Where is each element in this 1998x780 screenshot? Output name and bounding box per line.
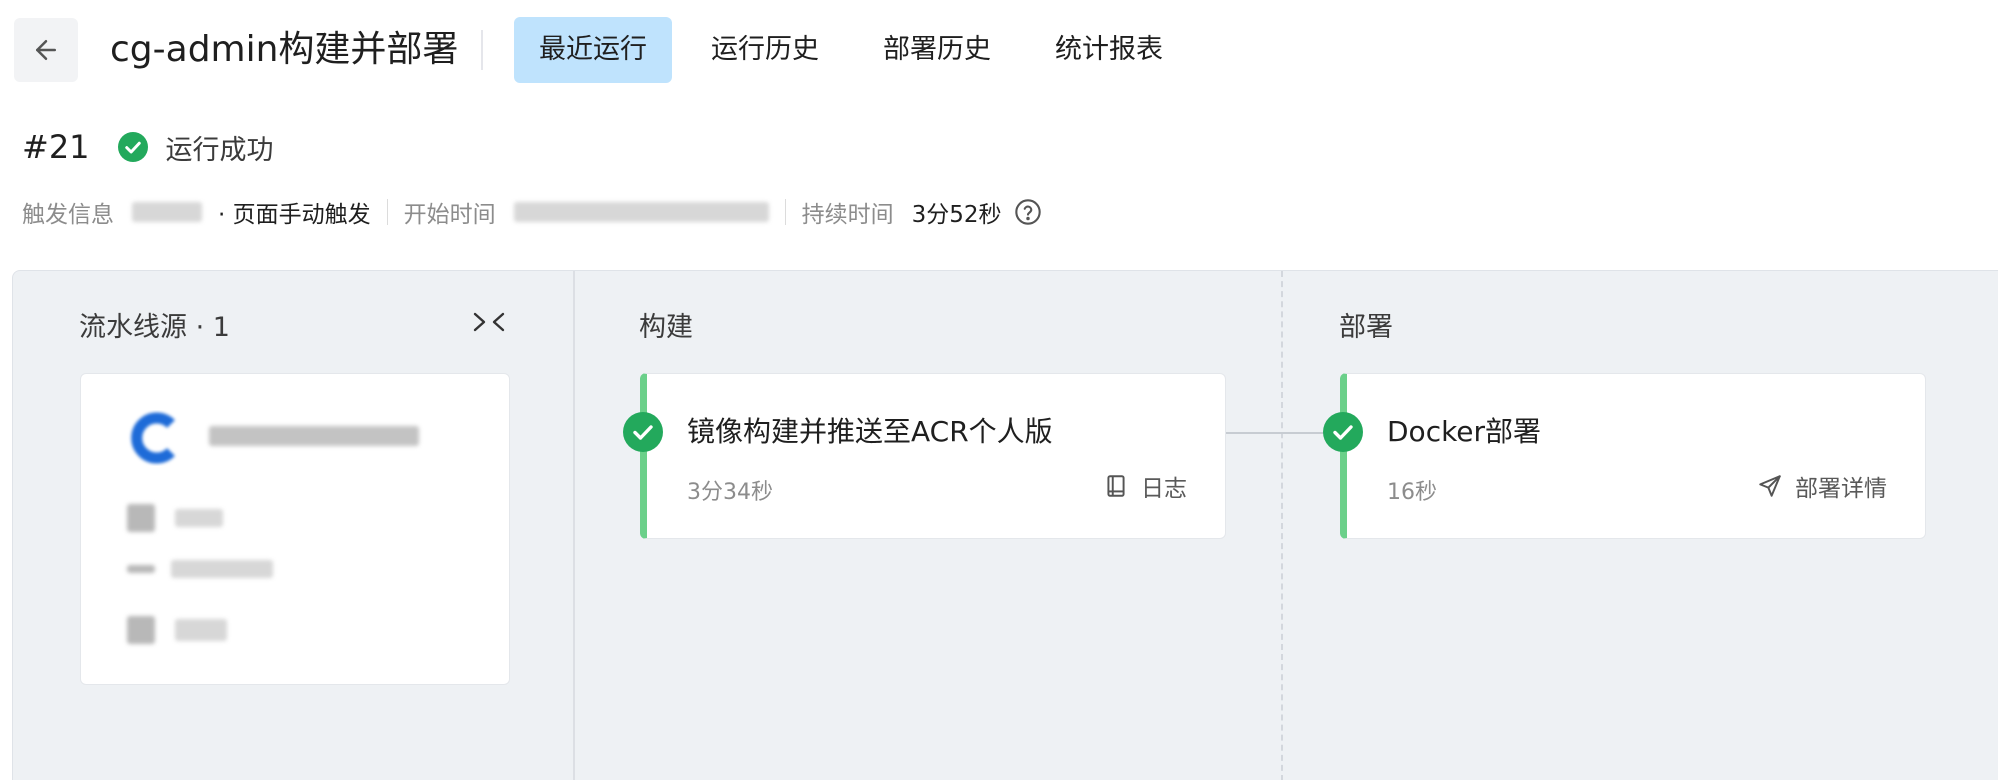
- branch-icon: [127, 504, 155, 532]
- stage-divider: [1281, 271, 1283, 780]
- build-job-card[interactable]: 镜像构建并推送至ACR个人版 3分34秒 日志: [623, 373, 1226, 539]
- view-log-button[interactable]: 日志: [1103, 470, 1187, 502]
- meta-divider: [386, 199, 388, 225]
- deploy-stage-title: 部署: [1339, 312, 1393, 343]
- deploy-job-card[interactable]: Docker部署 16秒 部署详情: [1323, 373, 1926, 539]
- run-status: 运行成功: [165, 134, 274, 166]
- tab-statistics[interactable]: 统计报表: [1030, 17, 1188, 83]
- header-divider: [481, 30, 483, 70]
- message-icon: [127, 616, 155, 644]
- tab-deploy-history[interactable]: 部署历史: [858, 17, 1016, 83]
- trigger-user-redacted: [132, 202, 202, 222]
- trigger-label: 触发信息: [22, 202, 114, 228]
- source-column-divider: [573, 271, 575, 780]
- success-check-icon: [117, 132, 148, 162]
- commit-icon: [127, 565, 155, 573]
- deploy-job-duration: 16秒: [1387, 480, 1437, 505]
- build-stage-title: 构建: [639, 312, 693, 343]
- start-time-redacted: [513, 202, 769, 222]
- run-duration: 3分52秒: [911, 202, 1002, 228]
- view-log-label: 日志: [1141, 476, 1187, 502]
- source-card[interactable]: [80, 373, 510, 685]
- collapse-icon[interactable]: [469, 307, 509, 337]
- tab-recent-run[interactable]: 最近运行: [514, 17, 672, 83]
- success-check-icon: [1323, 412, 1363, 452]
- meta-divider: [784, 199, 786, 225]
- run-number: #21: [22, 128, 90, 166]
- back-button[interactable]: [14, 18, 78, 82]
- book-icon: [1107, 475, 1125, 497]
- deploy-job-name: Docker部署: [1387, 415, 1542, 448]
- repo-name-redacted: [209, 426, 419, 446]
- source-title: 流水线源 · 1: [79, 312, 230, 343]
- send-icon: [1759, 475, 1781, 497]
- build-job-name: 镜像构建并推送至ACR个人版: [687, 415, 1053, 448]
- duration-label: 持续时间: [801, 202, 894, 228]
- message-redacted: [175, 619, 227, 641]
- branch-redacted: [175, 509, 223, 527]
- success-check-icon: [623, 412, 663, 452]
- arrow-left-icon: [36, 40, 56, 60]
- run-summary: #21 运行成功: [22, 122, 274, 172]
- codeup-logo-icon: [131, 412, 175, 464]
- deploy-details-button[interactable]: 部署详情: [1757, 470, 1887, 502]
- page-header: cg-admin构建并部署 最近运行 运行历史 部署历史 统计报表: [0, 0, 1998, 100]
- tab-bar: 最近运行 运行历史 部署历史 统计报表: [514, 17, 1202, 83]
- run-meta: 触发信息 · 页面手动触发 开始时间 持续时间 3分52秒: [22, 192, 1042, 232]
- commit-row: [127, 560, 273, 578]
- page-title: cg-admin构建并部署: [110, 29, 459, 70]
- branch-row: [127, 504, 223, 532]
- message-row: [127, 616, 227, 644]
- pipeline-canvas: 流水线源 · 1 构建 镜像构建并推送至ACR个人版 3分34秒 日志 部署 D…: [12, 270, 1998, 780]
- commit-redacted: [171, 560, 273, 578]
- deploy-details-label: 部署详情: [1795, 476, 1887, 502]
- trigger-method: · 页面手动触发: [218, 202, 371, 228]
- help-icon[interactable]: [1014, 198, 1042, 226]
- repo-name-row: [209, 426, 419, 446]
- start-time-label: 开始时间: [403, 202, 496, 228]
- tab-run-history[interactable]: 运行历史: [686, 17, 844, 83]
- build-job-duration: 3分34秒: [687, 480, 773, 505]
